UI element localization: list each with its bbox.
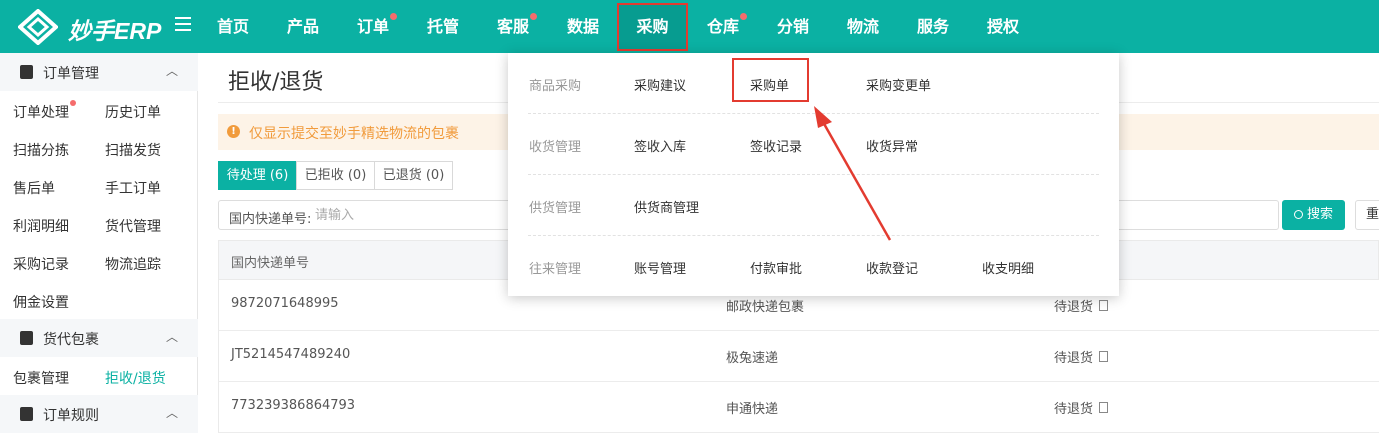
chevron-up-icon[interactable]: ︿ — [166, 62, 178, 79]
sidebar-item-profit-detail[interactable]: 利润明细 — [13, 216, 69, 236]
sidebar-item-reject-return[interactable]: 拒收/退货 — [105, 368, 166, 388]
sidebar-item-order-history[interactable]: 历史订单 — [105, 102, 161, 122]
sidebar-item-scan-sort[interactable]: 扫描分拣 — [13, 140, 69, 160]
menu-item-supplier-management[interactable]: 供货商管理 — [634, 197, 699, 216]
menu-group-supplier: 供货管理 供货商管理 — [508, 175, 1119, 236]
menu-item-payment-approval[interactable]: 付款审批 — [750, 258, 802, 277]
hamburger-menu-icon[interactable] — [175, 17, 191, 33]
notification-dot — [390, 13, 398, 20]
menu-item-purchase-change-order[interactable]: 采购变更单 — [866, 75, 931, 94]
menu-item-purchase-suggestion[interactable]: 采购建议 — [634, 75, 686, 94]
package-icon — [20, 331, 33, 345]
tab-rejected[interactable]: 已拒收 (0) — [296, 161, 375, 190]
nav-authorization[interactable]: 授权 — [987, 0, 1019, 53]
nav-products[interactable]: 产品 — [287, 0, 319, 53]
order-management-icon — [20, 65, 33, 79]
nav-home[interactable]: 首页 — [217, 0, 249, 53]
nav-logistics[interactable]: 物流 — [847, 0, 879, 53]
menu-item-receive-records[interactable]: 签收记录 — [750, 136, 802, 155]
sidebar-section-order-rules[interactable]: 订单规则 ︿ — [0, 395, 198, 433]
sidebar-item-commission-settings[interactable]: 佣金设置 — [13, 292, 69, 312]
menu-item-income-expense-detail[interactable]: 收支明细 — [982, 258, 1034, 277]
nav-warehouse[interactable]: 仓库 — [707, 0, 748, 53]
nav-distribution[interactable]: 分销 — [777, 0, 809, 53]
menu-item-receive-exceptions[interactable]: 收货异常 — [866, 136, 918, 155]
chevron-up-icon[interactable]: ︿ — [166, 328, 178, 345]
app-logo-text: 妙手ERP — [68, 18, 162, 44]
nav-orders[interactable]: 订单 — [357, 0, 398, 53]
sidebar: 订单管理 ︿ 订单处理 历史订单 扫描分拣 扫描发货 售后单 手工订单 利润明细… — [0, 53, 198, 433]
sidebar-item-scan-ship[interactable]: 扫描发货 — [105, 140, 161, 160]
top-navigation-bar: 妙手ERP 首页 产品 订单 托管 客服 数据 采购 仓库 分销 物流 服务 授… — [0, 0, 1379, 53]
sidebar-item-after-sales[interactable]: 售后单 — [13, 178, 55, 198]
search-icon — [1293, 210, 1303, 219]
logo-icon — [18, 9, 58, 45]
tracking-number: JT5214547489240 — [231, 347, 351, 362]
tab-returned[interactable]: 已退货 (0) — [374, 161, 453, 190]
sidebar-item-package-management[interactable]: 包裹管理 — [13, 368, 69, 388]
sidebar-item-logistics-tracking[interactable]: 物流追踪 — [105, 254, 161, 274]
sidebar-section-forwarder-packages[interactable]: 货代包裹 ︿ — [0, 319, 198, 357]
sidebar-item-forwarder-management[interactable]: 货代管理 — [105, 216, 161, 236]
status-cell: 待退货 — [1054, 398, 1109, 417]
tab-pending[interactable]: 待处理 (6) — [218, 161, 297, 190]
menu-group-accounts: 往来管理 账号管理 付款审批 收款登记 收支明细 — [508, 236, 1119, 297]
sidebar-item-purchase-records[interactable]: 采购记录 — [13, 254, 69, 274]
filter-label: 国内快递单号: — [229, 212, 312, 227]
rules-icon — [20, 407, 33, 421]
notification-dot — [740, 13, 748, 20]
tracking-number: 9872071648995 — [231, 296, 339, 311]
table-row[interactable]: 773239386864793 申通快递 待退货 — [218, 382, 1379, 433]
document-icon[interactable] — [1099, 300, 1109, 311]
status-cell: 待退货 — [1054, 296, 1109, 315]
table-row[interactable]: JT5214547489240 极兔速递 待退货 — [218, 331, 1379, 382]
page-title: 拒收/退货 — [228, 70, 324, 95]
menu-item-receipt-registration[interactable]: 收款登记 — [866, 258, 918, 277]
tracking-number: 773239386864793 — [231, 398, 356, 413]
nav-services[interactable]: 服务 — [917, 0, 949, 53]
carrier-name: 邮政快递包裹 — [726, 300, 805, 315]
warning-icon: ! — [227, 125, 240, 138]
nav-purchase[interactable]: 采购 — [617, 3, 688, 51]
column-header-tracking: 国内快递单号 — [231, 256, 310, 271]
chevron-up-icon[interactable]: ︿ — [166, 404, 178, 421]
highlight-box — [732, 58, 809, 102]
document-icon[interactable] — [1099, 402, 1109, 413]
search-button[interactable]: 搜索 — [1282, 200, 1345, 230]
purchase-dropdown-menu: 商品采购 采购建议 采购单 采购变更单 收货管理 签收入库 签收记录 收货异常 … — [508, 53, 1119, 296]
menu-item-receive-storage[interactable]: 签收入库 — [634, 136, 686, 155]
sidebar-item-order-processing[interactable]: 订单处理 — [13, 100, 76, 122]
carrier-name: 极兔速递 — [726, 351, 779, 366]
nav-data[interactable]: 数据 — [567, 0, 599, 53]
reset-button[interactable]: 重 — [1355, 200, 1379, 230]
nav-hosting[interactable]: 托管 — [427, 0, 459, 53]
sidebar-item-manual-order[interactable]: 手工订单 — [105, 178, 161, 198]
sidebar-section-order-management[interactable]: 订单管理 ︿ — [0, 53, 198, 91]
notification-dot — [530, 13, 538, 20]
menu-item-account-management[interactable]: 账号管理 — [634, 258, 686, 277]
document-icon[interactable] — [1099, 351, 1109, 362]
nav-customer-service[interactable]: 客服 — [497, 0, 538, 53]
menu-group-receiving: 收货管理 签收入库 签收记录 收货异常 — [508, 114, 1119, 175]
carrier-name: 申通快递 — [726, 402, 779, 417]
menu-group-product-purchase: 商品采购 采购建议 采购单 采购变更单 — [508, 53, 1119, 114]
status-cell: 待退货 — [1054, 347, 1109, 366]
notification-dot — [70, 100, 76, 106]
